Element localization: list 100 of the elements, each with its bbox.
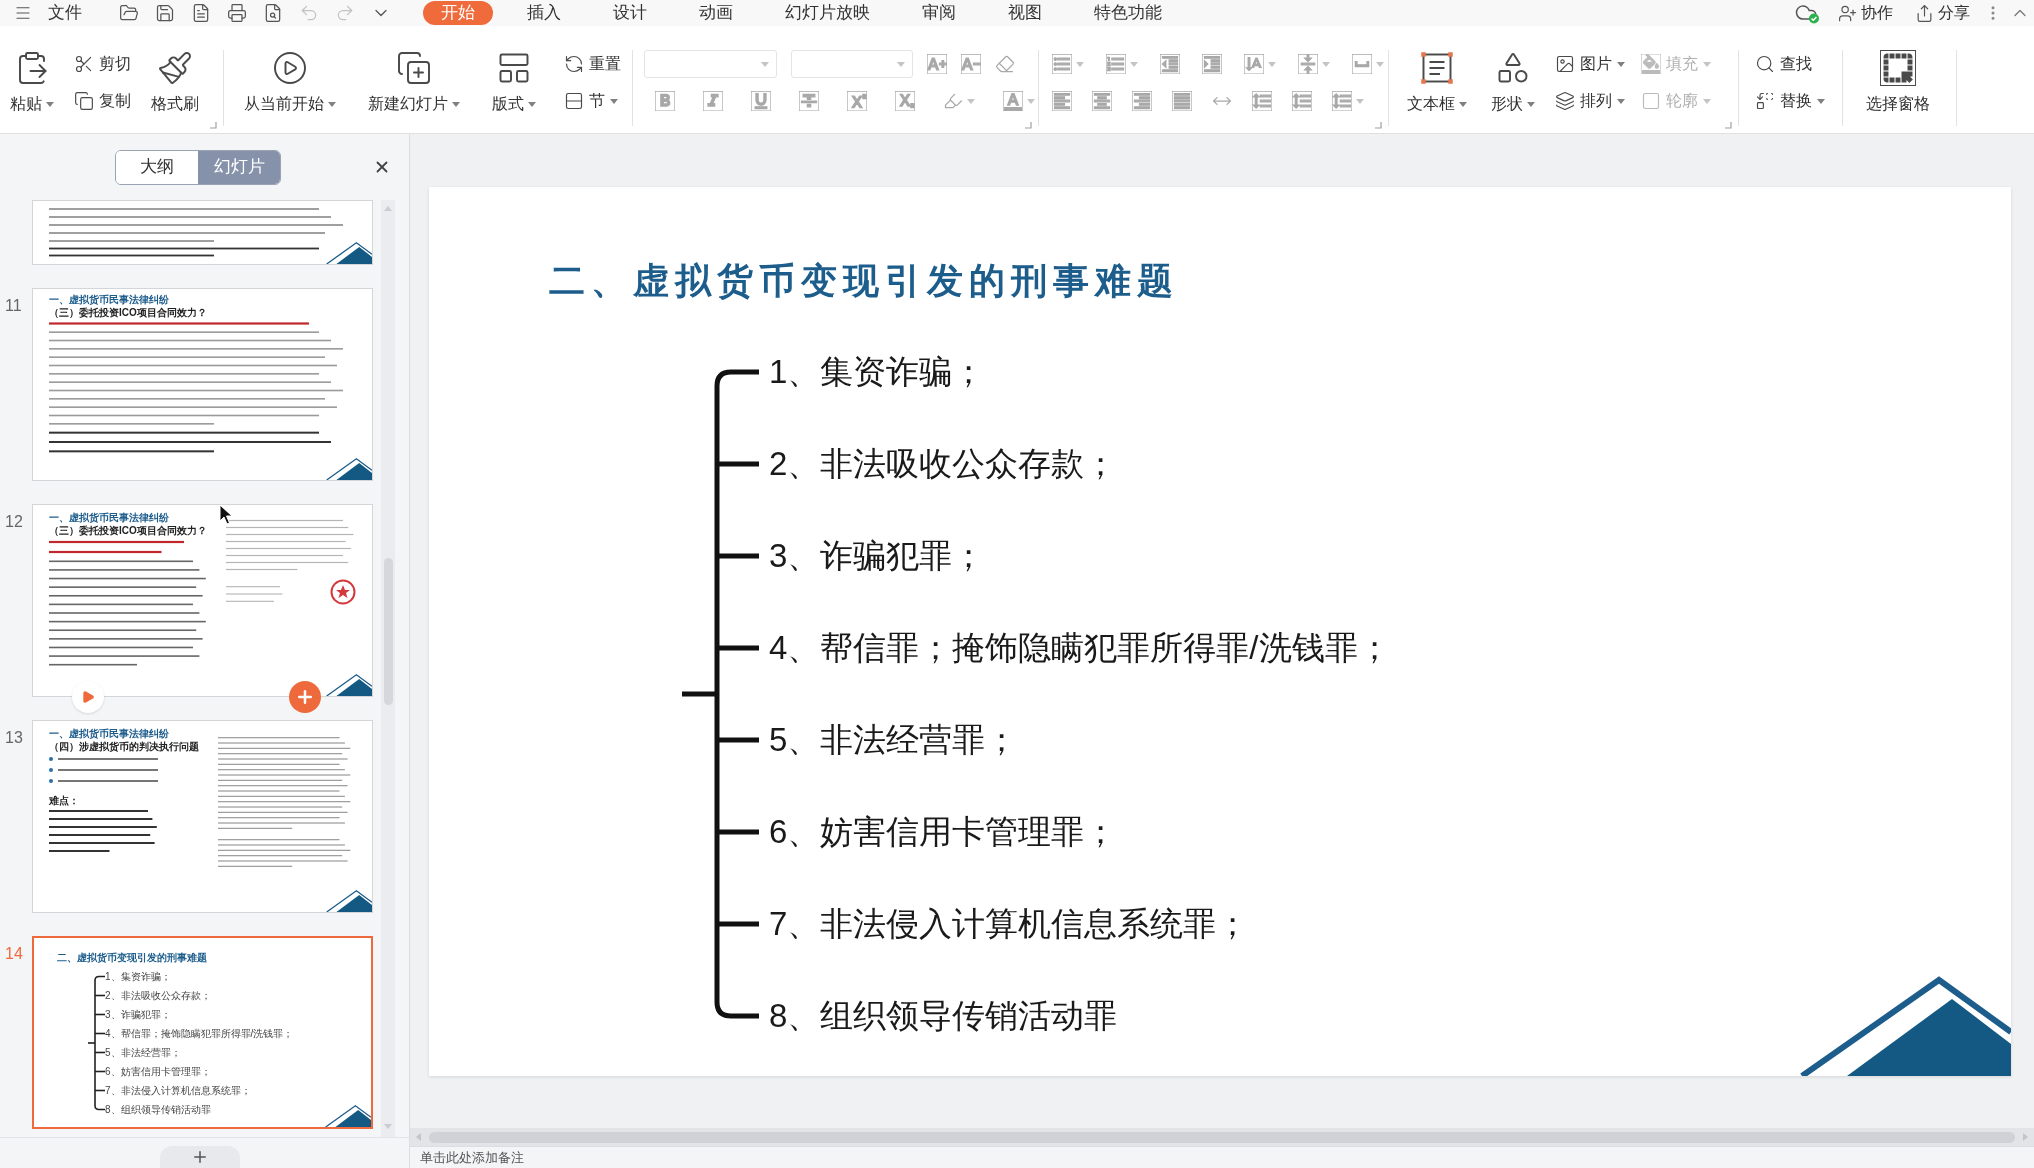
- thumbnail-list-item: 6、妨害信用卡管理罪；: [105, 1065, 211, 1078]
- bullet-icon: [49, 767, 53, 772]
- corner-triangle-drawing: [326, 673, 372, 696]
- dialog-launcher-icon[interactable]: [210, 122, 217, 129]
- caret-icon: [452, 101, 460, 107]
- list-item: 5、非法经营罪；: [769, 720, 1019, 760]
- caret-icon: [1356, 98, 1364, 104]
- caret-icon: [1459, 101, 1467, 107]
- shape-button[interactable]: 形状: [1487, 50, 1539, 133]
- document-search-icon[interactable]: [263, 3, 283, 23]
- scroll-left-icon[interactable]: [416, 1133, 421, 1141]
- thumbnail-note: 难点：: [49, 794, 80, 807]
- collaborate-button[interactable]: 协作: [1838, 1, 1893, 25]
- thumbnail-list-item: 8、组织领导传销活动罪: [105, 1103, 211, 1116]
- new-slide-button[interactable]: 新建幻灯片: [364, 50, 464, 133]
- menu-icon[interactable]: [14, 4, 32, 22]
- thumbnail-list-item: 7、非法侵入计算机信息系统罪；: [105, 1084, 251, 1097]
- file-menu[interactable]: 文件: [48, 2, 82, 24]
- slide-thumbnail[interactable]: 一、虚拟货币民事法律纠纷 （三）委托投资ICO项目合同效力？: [32, 288, 373, 481]
- horizontal-scrollbar[interactable]: [410, 1128, 2034, 1146]
- thumbnail-list-item: 1、集资诈骗；: [105, 970, 171, 983]
- search-icon: [1755, 54, 1775, 74]
- ribbon-tab[interactable]: 视图: [990, 1, 1060, 25]
- caret-icon: [46, 101, 54, 107]
- ribbon-tab[interactable]: 特色功能: [1076, 1, 1180, 25]
- slide-canvas[interactable]: 二、虚拟货币变现引发的刑事难题 1、集资诈骗； 2、非法吸收公众存款； 3、诈骗犯罪； 4、帮信罪；掩饰隐瞒犯罪所得罪/洗钱罪； 5、非法经营罪； 6、妨害信用卡管理罪； 7、非法侵入计算机信息系统罪； 8、组织领导传销活动罪: [429, 187, 2011, 1076]
- notes-field[interactable]: 单击此处添加备注: [410, 1146, 2034, 1168]
- thumbnail-title: 一、虚拟货币民事法律纠纷: [49, 293, 170, 306]
- caret-icon: [1027, 98, 1035, 104]
- ribbon-tab[interactable]: 动画: [681, 1, 751, 25]
- ribbon-tab[interactable]: 审阅: [904, 1, 974, 25]
- paintbrush-icon: [157, 50, 193, 86]
- find-button[interactable]: 查找: [1755, 50, 1825, 78]
- list-item: 8、组织领导传销活动罪: [769, 996, 1118, 1036]
- ribbon-tab[interactable]: 设计: [595, 1, 665, 25]
- scroll-down-icon[interactable]: [384, 1124, 392, 1129]
- add-slide-button[interactable]: [289, 681, 321, 713]
- slide-thumbnail[interactable]: 二、虚拟货币变现引发的刑事难题 1、集资诈骗； 2、非法吸收公众存款； 3、诈骗犯罪； 4、帮信罪；掩饰隐瞒犯罪所得罪/洗钱罪； 5、非法经营罪； 6、妨害信用卡管理罪； 7、非法侵入计算机信息系统罪； 8、组织领导传销活动罪: [32, 936, 373, 1129]
- caret-icon: [1617, 61, 1625, 67]
- bullet-icon: [49, 756, 53, 761]
- square-outline-icon: [1641, 91, 1661, 111]
- dialog-launcher-icon[interactable]: [1725, 122, 1732, 129]
- list-item: 7、非法侵入计算机信息系统罪；: [769, 904, 1250, 944]
- dialog-launcher-icon[interactable]: [1025, 122, 1032, 129]
- layers-icon: [1555, 91, 1575, 111]
- bullet-icon: [49, 778, 53, 783]
- reset-button[interactable]: 重置: [564, 50, 621, 78]
- picture-button[interactable]: 图片: [1555, 50, 1625, 78]
- slide-number: 13: [5, 729, 23, 746]
- corner-triangle-drawing: [325, 1104, 371, 1127]
- play-from-current-button[interactable]: 从当前开始: [240, 50, 340, 133]
- scroll-right-icon[interactable]: [2023, 1133, 2028, 1141]
- thumbnail-subtitle: （三）委托投资ICO项目合同效力？: [49, 524, 208, 537]
- caret-icon: [1268, 61, 1276, 67]
- caret-icon: [1703, 98, 1711, 104]
- text-box-button[interactable]: 文本框: [1403, 50, 1471, 133]
- corner-triangle-drawing: [326, 241, 372, 264]
- format-painter-button[interactable]: 格式刷: [147, 50, 203, 133]
- save-icon[interactable]: [155, 3, 175, 23]
- copy-button[interactable]: 复制: [74, 87, 131, 115]
- share-button[interactable]: 分享: [1915, 1, 1970, 25]
- caret-icon: [610, 98, 618, 104]
- thumbnail-subtitle: （四）涉虚拟货币的判决执行问题: [49, 740, 200, 753]
- corner-triangle-drawing: [326, 457, 372, 480]
- vertical-scrollbar[interactable]: [381, 200, 395, 1137]
- dialog-launcher-icon[interactable]: [1375, 122, 1382, 129]
- cut-button[interactable]: 剪切: [74, 50, 131, 78]
- caret-icon: [1076, 61, 1084, 67]
- scissors-icon: [74, 54, 94, 74]
- list-item: 6、妨害信用卡管理罪；: [769, 812, 1118, 852]
- section-icon: [564, 91, 584, 111]
- reset-icon: [564, 54, 584, 74]
- ribbon-tab[interactable]: 插入: [509, 1, 579, 25]
- layout-button[interactable]: 版式: [488, 50, 540, 133]
- thumbnail-title: 一、虚拟货币民事法律纠纷: [49, 727, 170, 740]
- paint-bucket-icon: [1641, 54, 1661, 74]
- plus-icon: [295, 687, 315, 707]
- replace-button[interactable]: 替换: [1755, 87, 1825, 115]
- arrange-button[interactable]: 排列: [1555, 87, 1625, 115]
- list-item: 3、诈骗犯罪；: [769, 536, 986, 576]
- slide-thumbnail[interactable]: 一、虚拟货币民事法律纠纷 （四）涉虚拟货币的判决执行问题 难点：: [32, 720, 373, 913]
- corner-triangle-drawing: [326, 889, 372, 912]
- section-button[interactable]: 节: [564, 87, 621, 115]
- selection-pane-button[interactable]: 选择窗格: [1862, 50, 1934, 133]
- thumbnail-subtitle: （三）委托投资ICO项目合同效力？: [49, 306, 208, 319]
- slide-thumbnail[interactable]: [32, 200, 373, 265]
- thumbnail-list-item: 4、帮信罪；掩饰隐瞒犯罪所得罪/洗钱罪；: [105, 1027, 294, 1040]
- printer-icon[interactable]: [227, 3, 247, 23]
- add-slide-tab[interactable]: [159, 1146, 240, 1168]
- paste-button[interactable]: 粘贴: [6, 50, 58, 133]
- ribbon-tab[interactable]: 幻灯片放映: [767, 1, 888, 25]
- folder-icon[interactable]: [119, 3, 139, 23]
- text-box-icon: [1419, 50, 1455, 86]
- caret-icon: [1130, 61, 1138, 67]
- document-icon[interactable]: [191, 3, 211, 23]
- slide-thumbnail[interactable]: 一、虚拟货币民事法律纠纷 （三）委托投资ICO项目合同效力？: [32, 504, 373, 697]
- caret-icon: [1817, 98, 1825, 104]
- play-slide-button[interactable]: [72, 681, 104, 713]
- scroll-up-icon[interactable]: [384, 206, 392, 211]
- caret-icon: [1703, 61, 1711, 67]
